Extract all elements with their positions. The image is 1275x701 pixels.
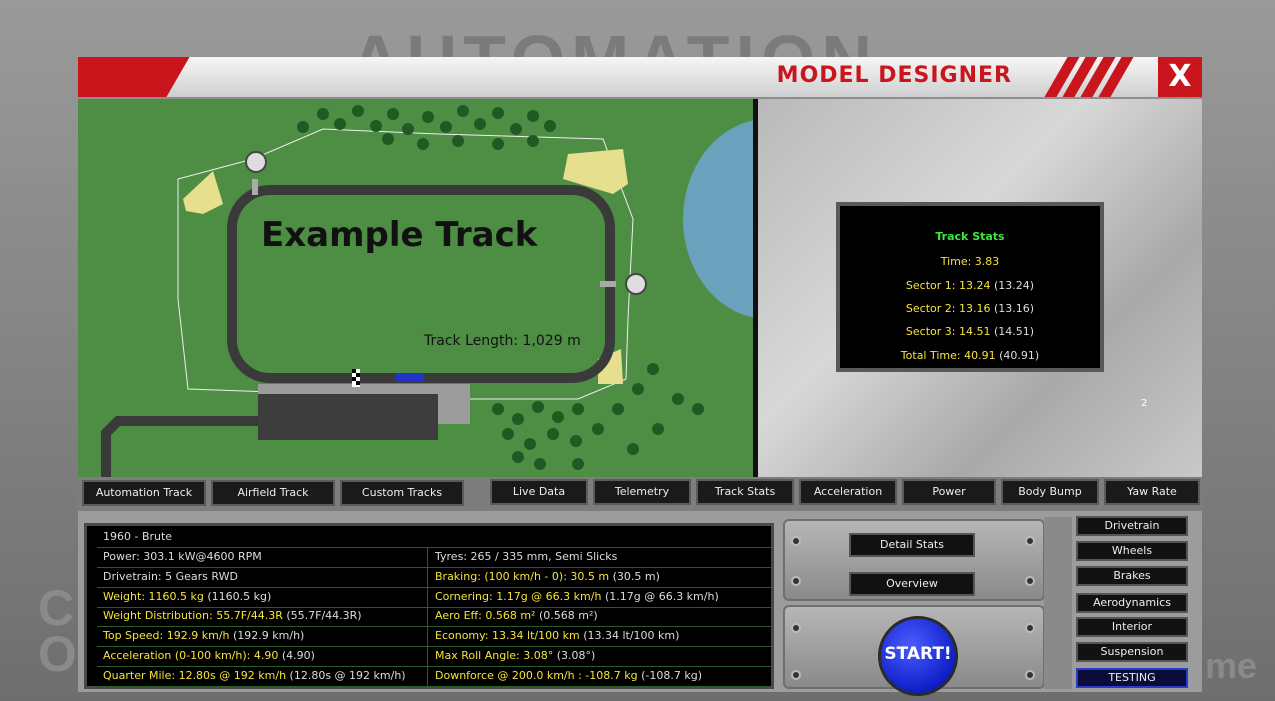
menu-testing[interactable]: TESTING [1076, 668, 1188, 688]
page-number: 2 [1141, 398, 1148, 409]
car-stat-row: Power: 303.1 kW@4600 RPM Tyres: 265 / 33… [97, 547, 771, 568]
tab-power[interactable]: Power [902, 479, 996, 505]
sector-3-row: Sector 3: 14.51 (14.51) [905, 325, 1035, 338]
car-stat-row: Weight Distribution: 55.7F/44.3R (55.7F/… [97, 606, 771, 628]
tab-airfield-track[interactable]: Airfield Track [211, 480, 335, 506]
car-stat-left: Quarter Mile: 12.80s @ 192 km/h (12.80s … [103, 668, 406, 682]
tab-custom-tracks[interactable]: Custom Tracks [340, 480, 464, 506]
tab-body-bump[interactable]: Body Bump [1001, 479, 1099, 505]
bolt-icon [1025, 576, 1035, 586]
lake [683, 120, 753, 318]
menu-aerodynamics[interactable]: Aerodynamics [1076, 593, 1188, 613]
tab-bar: Automation Track Airfield Track Custom T… [78, 477, 1202, 511]
bolt-icon [791, 623, 801, 633]
tab-telemetry[interactable]: Telemetry [593, 479, 691, 505]
track-length: Track Length: 1,029 m [424, 333, 581, 349]
background-right-text: me [1205, 645, 1258, 686]
tab-yaw-rate[interactable]: Yaw Rate [1104, 479, 1200, 505]
track-stats-box: Track Stats Time: 3.83 Sector 1: 13.24 (… [836, 202, 1104, 372]
car-stat-left: Weight: 1160.5 kg (1160.5 kg) [103, 589, 272, 603]
track-map-graphic [101, 105, 753, 477]
bottom-panel: 1960 - Brute Power: 303.1 kW@4600 RPM Ty… [78, 511, 1202, 696]
menu-brakes[interactable]: Brakes [1076, 566, 1188, 586]
menu-wheels[interactable]: Wheels [1076, 541, 1188, 561]
car-stat-row: Drivetrain: 5 Gears RWD Braking: (100 km… [97, 566, 771, 588]
overview-button[interactable]: Overview [849, 572, 975, 596]
window-title: MODEL DESIGNER [776, 63, 1012, 88]
car-stat-row: Weight: 1160.5 kg (1160.5 kg) Cornering: … [97, 586, 771, 608]
menu-drivetrain[interactable]: Drivetrain [1076, 516, 1188, 536]
model-designer-window: MODEL DESIGNER X Example Track Track Len… [78, 57, 1202, 696]
car-stat-row: Acceleration (0-100 km/h): 4.90 (4.90) Ma… [97, 646, 771, 667]
close-button[interactable]: X [1158, 57, 1202, 97]
car-stat-right: Cornering: 1.17g @ 66.3 km/h (1.17g @ 66… [435, 589, 719, 603]
car-stats-table: 1960 - Brute Power: 303.1 kW@4600 RPM Ty… [84, 523, 774, 689]
tab-automation-track[interactable]: Automation Track [82, 480, 206, 506]
bolt-icon [791, 536, 801, 546]
car-stat-right: Max Roll Angle: 3.08° (3.08°) [435, 649, 596, 662]
car-name-row: 1960 - Brute [97, 528, 771, 548]
car-stat-right: Tyres: 265 / 335 mm, Semi Slicks [435, 550, 618, 563]
car-stat-left: Acceleration (0-100 km/h): 4.90 (4.90) [103, 649, 315, 662]
bolt-icon [1025, 670, 1035, 680]
track-stats-panel: Track Stats Time: 3.83 Sector 1: 13.24 (… [758, 99, 1202, 477]
car-stat-row: Top Speed: 192.9 km/h (192.9 km/h) Econom… [97, 626, 771, 648]
start-button[interactable]: START! [878, 616, 958, 696]
total-time-row: Total Time: 40.91 (40.91) [900, 349, 1040, 362]
sector-2-row: Sector 2: 13.16 (13.16) [905, 302, 1035, 315]
car-stat-left: Power: 303.1 kW@4600 RPM [103, 550, 262, 563]
car-stat-left: Weight Distribution: 55.7F/44.3R (55.7F/… [103, 609, 362, 623]
tab-acceleration[interactable]: Acceleration [799, 479, 897, 505]
track-title: Example Track [261, 215, 538, 255]
bolt-icon [1025, 623, 1035, 633]
detail-stats-button[interactable]: Detail Stats [849, 533, 975, 557]
menu-interior[interactable]: Interior [1076, 617, 1188, 637]
car-name: 1960 - Brute [103, 530, 173, 543]
car-stat-row: Quarter Mile: 12.80s @ 192 km/h (12.80s … [97, 665, 771, 687]
car-stat-right: Aero Eff: 0.568 m² (0.568 m²) [435, 609, 598, 623]
title-stripes-left [78, 57, 198, 97]
background-left-text: CO [38, 580, 77, 682]
track-stats-heading: Track Stats [935, 230, 1005, 243]
car-stat-right: Braking: (100 km/h - 0): 30.5 m (30.5 m) [435, 569, 660, 583]
tab-live-data[interactable]: Live Data [490, 479, 588, 505]
title-bar: MODEL DESIGNER X [78, 57, 1202, 97]
car-stat-left: Drivetrain: 5 Gears RWD [103, 569, 238, 583]
stats-button-panel: Detail Stats Overview START! [783, 519, 1045, 696]
track-map: Example Track Track Length: 1,029 m [78, 99, 753, 477]
car-stat-left: Top Speed: 192.9 km/h (192.9 km/h) [103, 629, 305, 643]
bolt-icon [1025, 536, 1035, 546]
tab-track-stats[interactable]: Track Stats [696, 479, 794, 505]
car-stat-right: Downforce @ 200.0 km/h : -108.7 kg (-108… [435, 668, 703, 682]
bolt-icon [791, 670, 801, 680]
bolt-icon [791, 576, 801, 586]
track-time: Time: 3.83 [940, 255, 1000, 268]
sector-1-row: Sector 1: 13.24 (13.24) [905, 279, 1035, 292]
menu-suspension[interactable]: Suspension [1076, 642, 1188, 662]
car-stat-right: Economy: 13.34 lt/100 km (13.34 lt/100 k… [435, 629, 680, 643]
side-rail [1044, 517, 1072, 689]
